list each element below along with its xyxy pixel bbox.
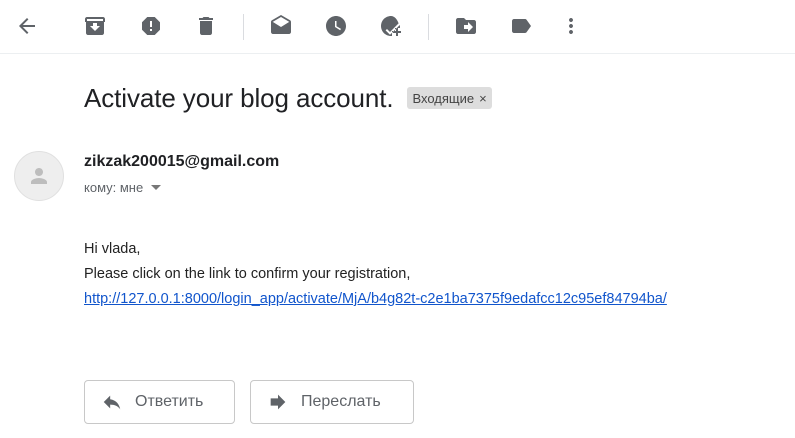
more-vert-icon xyxy=(569,18,573,34)
back-arrow-icon xyxy=(19,18,35,34)
message-subject: Activate your blog account. xyxy=(84,82,394,113)
forward-button[interactable]: Переслать xyxy=(250,380,414,424)
subject-row: Activate your blog account. Входящие × xyxy=(84,80,492,116)
message-body: Hi vlada, Please click on the link to co… xyxy=(84,237,667,312)
snooze-button[interactable] xyxy=(318,8,354,44)
person-icon xyxy=(31,168,47,184)
labels-button[interactable] xyxy=(503,8,539,44)
report-spam-button[interactable] xyxy=(133,8,169,44)
forward-label: Переслать xyxy=(301,393,381,410)
remove-label-icon[interactable]: × xyxy=(479,91,487,106)
body-greeting: Hi vlada, xyxy=(84,241,141,257)
sender-email[interactable]: zikzak200015@gmail.com xyxy=(84,153,279,171)
body-line: Please click on the link to confirm your… xyxy=(84,266,411,282)
toolbar-divider xyxy=(428,14,429,40)
reply-label: Ответить xyxy=(135,393,204,410)
more-options-button[interactable] xyxy=(553,8,589,44)
chevron-down-icon xyxy=(151,185,162,190)
activation-link[interactable]: http://127.0.0.1:8000/login_app/activate… xyxy=(84,291,667,307)
move-to-button[interactable] xyxy=(448,8,484,44)
toolbar-divider xyxy=(243,14,244,40)
add-to-tasks-icon xyxy=(381,16,401,36)
recipient-details-toggle[interactable]: кому: мне xyxy=(84,180,162,195)
label-chip-text: Входящие xyxy=(412,90,475,106)
labels-icon xyxy=(512,19,531,33)
add-to-tasks-button[interactable] xyxy=(373,8,409,44)
sender-avatar[interactable] xyxy=(14,151,64,201)
report-spam-icon xyxy=(142,17,160,35)
message-toolbar xyxy=(0,0,795,54)
delete-icon xyxy=(199,17,213,35)
archive-button[interactable] xyxy=(77,8,113,44)
reply-icon xyxy=(103,395,121,410)
recipient-text: кому: мне xyxy=(84,180,144,195)
inbox-label-chip[interactable]: Входящие × xyxy=(407,87,492,109)
move-to-icon xyxy=(456,18,476,34)
mark-unread-icon xyxy=(271,15,291,34)
reply-button[interactable]: Ответить xyxy=(84,380,235,424)
mark-unread-button[interactable] xyxy=(263,8,299,44)
delete-button[interactable] xyxy=(188,8,224,44)
snooze-icon xyxy=(326,16,346,36)
back-button[interactable] xyxy=(9,8,45,44)
archive-icon xyxy=(85,17,105,35)
forward-icon xyxy=(270,394,286,410)
